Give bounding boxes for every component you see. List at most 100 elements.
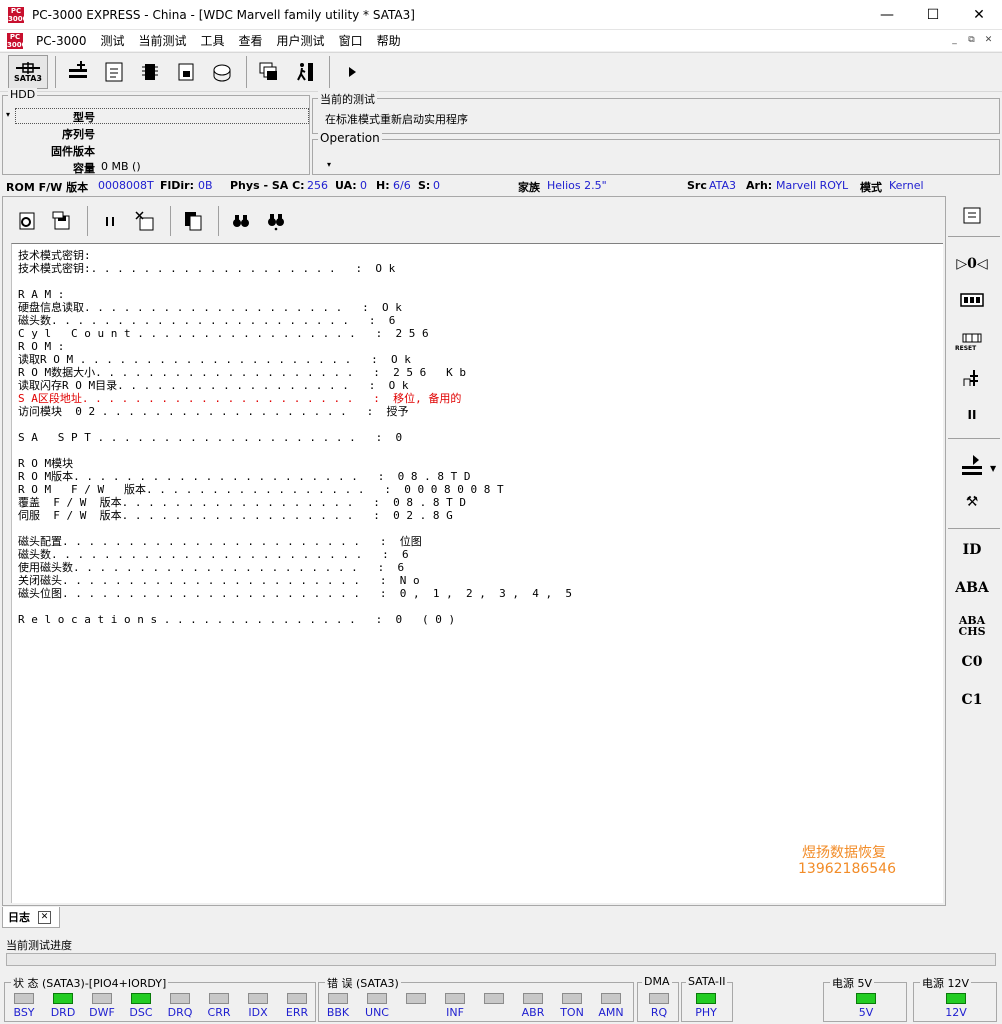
status-label: CRR (207, 1006, 231, 1019)
run-button[interactable] (335, 55, 369, 89)
reset-label: RESET (955, 345, 977, 352)
dma-rq-led (649, 993, 669, 1004)
s-value: 0 (433, 179, 440, 192)
log-tab-close-icon[interactable]: ✕ (38, 910, 51, 924)
progress-label: 当前测试进度 (6, 939, 72, 952)
menu-user-tests[interactable]: 用户测试 (270, 32, 332, 49)
cancel-save-button[interactable] (129, 205, 161, 237)
tools-button[interactable]: ⚒ (954, 486, 990, 518)
error-indicator: TON (554, 993, 590, 1019)
pause-button[interactable] (94, 205, 126, 237)
bus-button[interactable] (954, 450, 990, 482)
error-led (523, 993, 543, 1004)
head-zero-button[interactable]: ▷0◁ (954, 248, 990, 280)
power-5v-legend: 电源 5V (830, 975, 875, 991)
sata3-label: SATA3 (14, 73, 42, 83)
menu-test[interactable]: 测试 (93, 32, 131, 49)
passport-side-button[interactable] (954, 200, 990, 232)
exit-button[interactable] (288, 55, 322, 89)
error-indicator: INF (437, 993, 473, 1019)
sata-indicator-group: SATA-II PHY (681, 975, 733, 1022)
error-led (562, 993, 582, 1004)
tools-plus-button[interactable] (61, 55, 95, 89)
error-led (484, 993, 504, 1004)
copy-button[interactable] (177, 205, 209, 237)
mdi-minimize-button[interactable]: _ (947, 33, 962, 47)
error-led (328, 993, 348, 1004)
gear-page-icon (19, 212, 35, 230)
bus-plus-icon (69, 61, 87, 78)
mdi-restore-button[interactable]: ⧉ (964, 33, 979, 47)
menu-logo-icon[interactable]: PC 3000 (7, 32, 26, 49)
memory-module-icon (960, 293, 984, 307)
utility-toolbar-separator (170, 206, 171, 236)
utility-window: 煜扬数据恢复 13962186546 技术模式密钥: 技术模式密钥:. . . .… (2, 196, 946, 906)
main-toolbar: SATA3 (0, 52, 1002, 92)
settings-button[interactable] (11, 205, 43, 237)
aba-button[interactable]: ABA (954, 572, 990, 604)
find-button[interactable] (225, 205, 257, 237)
drive-info-line: ROM F/W 版本 0008008T FlDir: 0B Phys - SA … (0, 178, 1002, 194)
save-button[interactable] (46, 205, 78, 237)
power-button[interactable] (954, 362, 990, 394)
windows-stack-icon (259, 62, 277, 80)
bus-dropdown-icon[interactable]: ▼ (990, 464, 996, 473)
fldir-label: FlDir: (160, 179, 195, 192)
log-tab-label: 日志 (8, 911, 30, 924)
log-line: R A M : (18, 288, 65, 301)
toolbar-separator (55, 56, 56, 88)
windows-button[interactable] (252, 55, 286, 89)
log-line: 关闭磁头. . . . . . . . . . . . . . . . . . … (18, 574, 420, 587)
menu-window[interactable]: 窗口 (332, 32, 370, 49)
status-led (131, 993, 151, 1004)
current-test-text: 在标准模式重新启动实用程序 (325, 113, 468, 126)
chip-button[interactable] (133, 55, 167, 89)
find-next-button[interactable] (260, 205, 292, 237)
board-button[interactable] (169, 55, 203, 89)
status-indicator: BSY (6, 993, 42, 1019)
operation-dropdown-icon[interactable]: ▾ (327, 160, 331, 169)
error-indicator (476, 993, 512, 1006)
maximize-button[interactable]: ☐ (910, 0, 956, 30)
pause-icon (106, 217, 114, 226)
power-plug-icon (963, 370, 978, 386)
log-text-area[interactable]: 煜扬数据恢复 13962186546 技术模式密钥: 技术模式密钥:. . . .… (11, 243, 943, 903)
status-led (287, 993, 307, 1004)
menu-help[interactable]: 帮助 (370, 32, 408, 49)
id-button[interactable]: ID (954, 534, 990, 566)
menu-pc3000[interactable]: PC-3000 (29, 34, 93, 48)
close-button[interactable]: ✕ (956, 0, 1002, 30)
status-indicator: IDX (240, 993, 276, 1019)
log-line: R O M F / W 版本. . . . . . . . . . . . . … (18, 483, 504, 496)
menu-tools[interactable]: 工具 (194, 32, 232, 49)
document-scroll-icon (105, 62, 123, 82)
log-line: 覆盖 F / W 版本. . . . . . . . . . . . . . .… (18, 496, 466, 509)
watermark-name: 煜扬数据恢复 (802, 845, 886, 861)
menu-current-test[interactable]: 当前测试 (132, 32, 194, 49)
dma-rq-indicator: RQ (641, 993, 677, 1019)
status-indicator: DRQ (162, 993, 198, 1019)
log-line: 访问模块 0 2 . . . . . . . . . . . . . . . .… (18, 405, 409, 418)
family-label: 家族 (518, 181, 540, 194)
mdi-close-button[interactable]: ✕ (981, 33, 996, 47)
drive-button[interactable] (205, 55, 239, 89)
passport-button[interactable] (97, 55, 131, 89)
minimize-button[interactable]: — (864, 0, 910, 30)
family-value: Helios 2.5" (547, 179, 607, 192)
log-line: S A区段地址. . . . . . . . . . . . . . . . .… (18, 392, 462, 405)
log-line: 技术模式密钥: (18, 249, 91, 262)
menu-view[interactable]: 查看 (232, 32, 270, 49)
power-12v-label: 12V (945, 1006, 967, 1019)
serial-label: 序列号 (62, 128, 95, 141)
pause-side-button[interactable]: II (954, 399, 990, 431)
log-line: 伺服 F / W 版本. . . . . . . . . . . . . . .… (18, 509, 453, 522)
c1-button[interactable]: C1 (954, 684, 990, 716)
log-line: 磁头配置. . . . . . . . . . . . . . . . . . … (18, 535, 422, 548)
menu-bar: PC 3000 PC-3000 测试 当前测试 工具 查看 用户测试 窗口 帮助… (0, 30, 1002, 51)
memory-button[interactable] (954, 284, 990, 316)
sata3-port-button[interactable]: SATA3 (8, 55, 48, 89)
aba-chs-button[interactable]: ABA CHS (954, 610, 990, 642)
log-tab[interactable]: 日志 ✕ (2, 907, 60, 928)
c0-button[interactable]: C0 (954, 646, 990, 678)
mode-value: Kernel (889, 179, 924, 192)
